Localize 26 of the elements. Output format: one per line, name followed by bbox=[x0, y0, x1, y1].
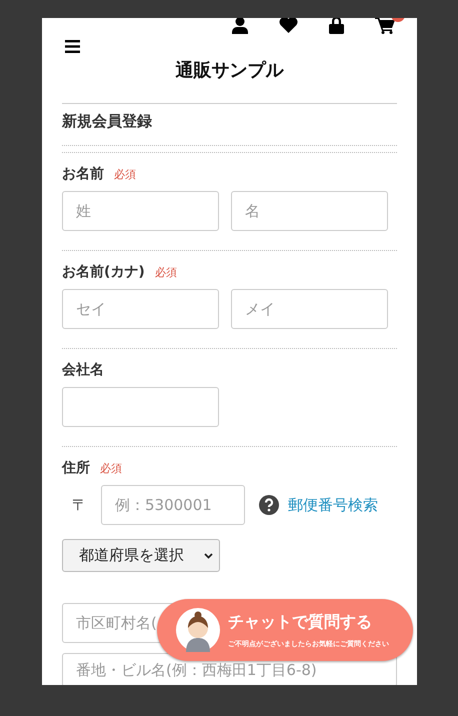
menu-icon[interactable] bbox=[65, 40, 80, 53]
required-mark: 必須 bbox=[100, 461, 122, 476]
user-icon[interactable] bbox=[232, 18, 248, 34]
text-input[interactable]: 名 bbox=[231, 191, 388, 231]
field-label: お名前(カナ) bbox=[62, 263, 145, 281]
text-input[interactable]: メイ bbox=[231, 289, 388, 329]
heart-icon[interactable] bbox=[279, 18, 298, 33]
field-label: お名前 bbox=[62, 165, 104, 183]
chevron-icon bbox=[204, 552, 213, 558]
required-mark: 必須 bbox=[154, 265, 177, 280]
section-title: 新規会員登録 bbox=[62, 112, 153, 131]
postal-search-link[interactable]: 郵便番号検索 bbox=[288, 496, 378, 514]
required-mark: 必須 bbox=[114, 167, 136, 182]
lock-icon[interactable] bbox=[329, 18, 344, 34]
postal-mark: 〒 bbox=[72, 496, 87, 514]
operator-avatar-icon bbox=[176, 608, 220, 652]
help-icon[interactable] bbox=[259, 495, 279, 515]
postal-code-input[interactable]: 例：5300001 bbox=[101, 485, 245, 525]
site-title[interactable]: 通販サンプル bbox=[42, 58, 417, 82]
prefecture-select[interactable]: 都道府県を選択 bbox=[62, 539, 220, 572]
field-label: 住所 bbox=[62, 459, 90, 477]
text-input[interactable] bbox=[62, 387, 219, 427]
cart-icon[interactable] bbox=[375, 18, 395, 34]
text-input[interactable]: セイ bbox=[62, 289, 219, 329]
text-input[interactable]: 姓 bbox=[62, 191, 219, 231]
field-label: 会社名 bbox=[62, 361, 104, 379]
